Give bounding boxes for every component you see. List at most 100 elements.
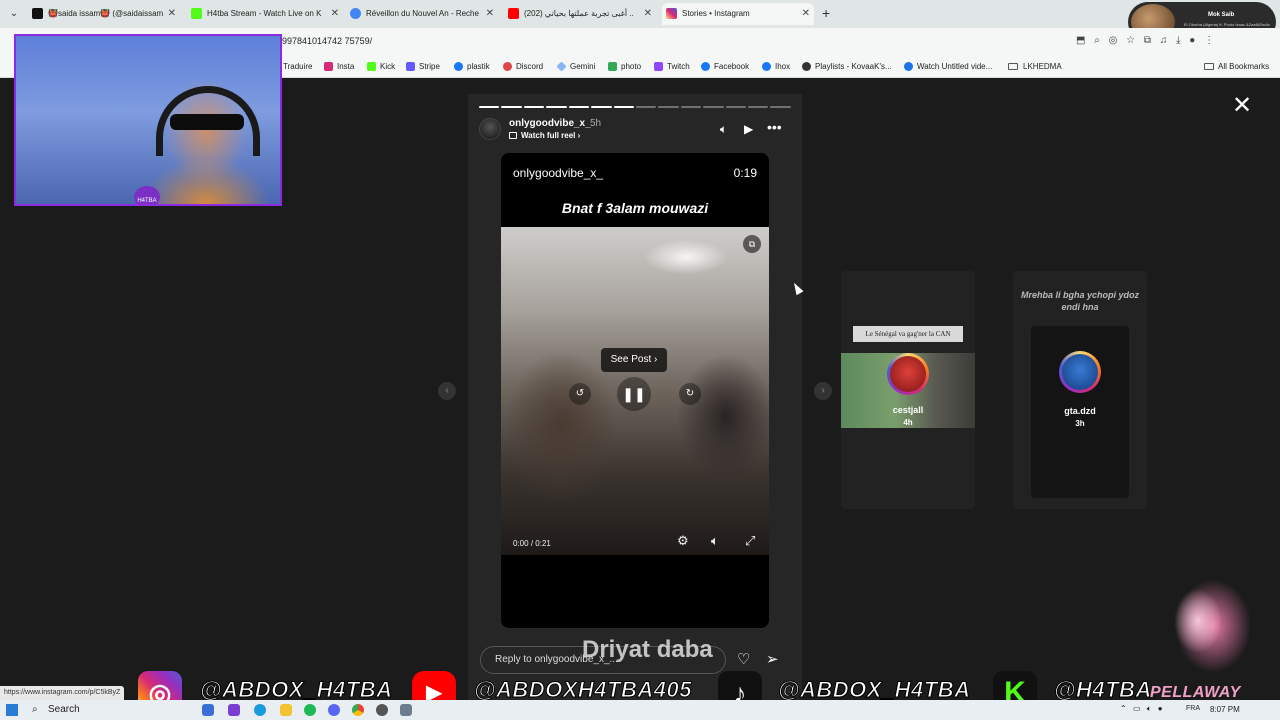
story-video[interactable]: ⧉ See Post › ↺ ❚❚ ↻ 0:00 / 0:21 ⚙ 🔈︎ ⤢ — [501, 227, 769, 555]
chrome-icon[interactable] — [352, 704, 364, 716]
bookmark-kick[interactable]: Kick — [367, 60, 395, 73]
story-preview-gta-dzd[interactable]: Mrehba li bgha ychopi ydoz endi hna gta.… — [1013, 271, 1147, 509]
bookmark-ihox[interactable]: Ihox — [762, 60, 790, 73]
story-preview-cestjall[interactable]: Le Sénégal va gag'ner la CAN cestjall 4h — [841, 271, 975, 509]
tab-close-icon[interactable]: ✕ — [168, 3, 176, 25]
windows-start-icon[interactable] — [6, 704, 18, 716]
profile-avatar-icon[interactable]: ● — [1189, 35, 1195, 46]
url-field[interactable]: 997841014742 75759/ — [282, 36, 372, 46]
bookmark-label: Insta — [337, 62, 355, 71]
tab-instagram-stories[interactable]: Stories • Instagram ✕ — [662, 3, 814, 25]
see-post-button[interactable]: See Post › — [601, 348, 667, 372]
watch-full-reel-link[interactable]: Watch full reel › — [509, 131, 580, 140]
bookmark-twitch[interactable]: Twitch — [654, 60, 690, 73]
discord-icon[interactable] — [328, 704, 340, 716]
language-indicator[interactable]: FRA — [1186, 705, 1200, 712]
zoom-icon[interactable]: ⌕ — [1094, 35, 1100, 46]
menu-kebab-icon[interactable]: ⋮ — [1204, 35, 1214, 46]
tab-close-icon[interactable]: ✕ — [331, 3, 339, 25]
tab-reveillon[interactable]: Réveillon du Nouvel An - Reche ✕ — [346, 3, 498, 25]
previous-story-icon[interactable]: ‹ — [438, 382, 456, 400]
edge-icon[interactable] — [254, 704, 266, 716]
fullscreen-icon[interactable]: ⤢ — [745, 533, 755, 549]
story-card[interactable]: onlygoodvibe_x_ 0:19 Bnat f 3alam mouwaz… — [501, 153, 769, 628]
preview-avatar-ring — [887, 353, 929, 395]
tab-label: Réveillon du Nouvel An - Reche — [366, 9, 479, 18]
picture-in-picture-icon[interactable]: ⧉ — [743, 235, 761, 253]
install-app-icon[interactable]: ⬒ — [1076, 35, 1085, 46]
card-username: onlygoodvibe_x_ — [513, 166, 604, 180]
eye-slash-icon[interactable]: ◎ — [1109, 35, 1118, 46]
settings-gear-icon[interactable]: ⚙ — [677, 533, 689, 549]
more-options-icon[interactable]: ••• — [767, 119, 782, 135]
media-control-icon[interactable]: ♫ — [1160, 35, 1168, 46]
bookmark-label: Discord — [516, 62, 544, 71]
mute-icon[interactable]: 🔈︎ — [720, 122, 727, 137]
preview-time-ago: 4h — [903, 418, 913, 427]
bookmark-playlists[interactable]: Playlists - KovaaK's... — [802, 60, 892, 73]
bookmark-label: Stripe — [419, 62, 440, 71]
volume-icon[interactable]: 🔈︎ — [711, 533, 719, 549]
forward-icon[interactable]: ↻ — [679, 383, 701, 405]
bookmark-stripe[interactable]: Stripe — [406, 60, 440, 73]
tab-close-icon[interactable]: ✕ — [802, 3, 810, 25]
like-heart-icon[interactable]: ♡ — [737, 650, 750, 668]
download-icon[interactable]: ⤓ — [1176, 35, 1180, 46]
bookmark-photo[interactable]: photo — [608, 60, 641, 73]
status-bar-url: https://www.instagram.com/p/C5kByZ — [0, 686, 125, 700]
bookmark-lkhedma[interactable]: LKHEDMA — [1008, 60, 1062, 73]
share-send-icon[interactable]: ➢ — [766, 650, 779, 668]
folder-icon — [1204, 63, 1214, 70]
task-view-icon[interactable] — [202, 704, 214, 716]
bookmark-star-icon[interactable]: ☆ — [1126, 35, 1135, 46]
new-tab-button[interactable]: + — [822, 5, 830, 21]
extensions-icon[interactable]: ⧉ — [1144, 35, 1151, 46]
system-tray[interactable]: ⌃ ▭ 🔈︎ ● — [1120, 704, 1163, 714]
story-avatar[interactable] — [479, 118, 501, 140]
file-explorer-icon[interactable] — [280, 704, 292, 716]
spotify-icon[interactable] — [304, 704, 316, 716]
stripe-icon — [406, 62, 415, 71]
app-icon[interactable] — [400, 704, 412, 716]
pause-icon[interactable]: ❚❚ — [617, 377, 651, 411]
facebook-icon — [701, 62, 710, 71]
tab-saida-issam[interactable]: 👹saida issam👹 (@saidaissam ✕ — [28, 3, 180, 25]
tab-strip: ⌄ 👹saida issam👹 (@saidaissam ✕ H4tba Str… — [0, 0, 1280, 42]
close-icon[interactable]: ✕ — [1232, 94, 1252, 118]
obs-icon[interactable] — [228, 704, 240, 716]
bookmark-label: Playlists - KovaaK's... — [815, 62, 892, 71]
rewind-icon[interactable]: ↺ — [569, 383, 591, 405]
microphone-icon[interactable]: ● — [1158, 704, 1163, 713]
tab-youtube-video[interactable]: (202) أغبى تجربة عملتها بحياتي .. ✕ — [504, 3, 656, 25]
preview-time-ago: 3h — [1075, 419, 1085, 428]
network-icon[interactable]: ▭ — [1133, 704, 1141, 713]
bookmark-label: photo — [621, 62, 642, 71]
taskbar-search[interactable]: ⌕ Search — [30, 703, 190, 717]
bookmark-insta[interactable]: Insta — [324, 60, 354, 73]
see-post-label: See Post — [610, 354, 652, 365]
bookmark-watch-untitled[interactable]: Watch Untitled vide... — [904, 60, 992, 73]
progress-segment — [635, 106, 657, 108]
chevron-up-icon[interactable]: ⌃ — [1120, 704, 1127, 713]
search-label: Search — [48, 704, 80, 715]
bookmark-gemini[interactable]: Gemini — [556, 60, 595, 73]
steam-icon[interactable] — [376, 704, 388, 716]
tab-close-icon[interactable]: ✕ — [486, 3, 494, 25]
story-progress-bar — [479, 106, 791, 108]
story-username[interactable]: onlygoodvibe_x_ — [509, 118, 591, 129]
taskbar-clock[interactable]: 8:07 PM — [1210, 705, 1240, 714]
play-icon[interactable]: ▶ — [744, 122, 753, 136]
bookmark-plastik[interactable]: plastik — [454, 60, 490, 73]
video-icon — [904, 62, 913, 71]
speaker-icon[interactable]: 🔈︎ — [1147, 704, 1152, 713]
all-bookmarks-button[interactable]: All Bookmarks — [1204, 60, 1269, 73]
tab-search-menu-icon[interactable]: ⌄ — [6, 6, 22, 22]
bookmark-label: Twitch — [667, 62, 690, 71]
progress-segment — [680, 106, 702, 108]
bookmark-facebook[interactable]: Facebook — [701, 60, 749, 73]
tab-close-icon[interactable]: ✕ — [644, 3, 652, 25]
kick-favicon-icon — [191, 8, 202, 19]
bookmark-discord[interactable]: Discord — [503, 60, 543, 73]
next-story-icon[interactable]: › — [814, 382, 832, 400]
tab-h4tba-stream[interactable]: H4tba Stream - Watch Live on K ✕ — [187, 3, 343, 25]
